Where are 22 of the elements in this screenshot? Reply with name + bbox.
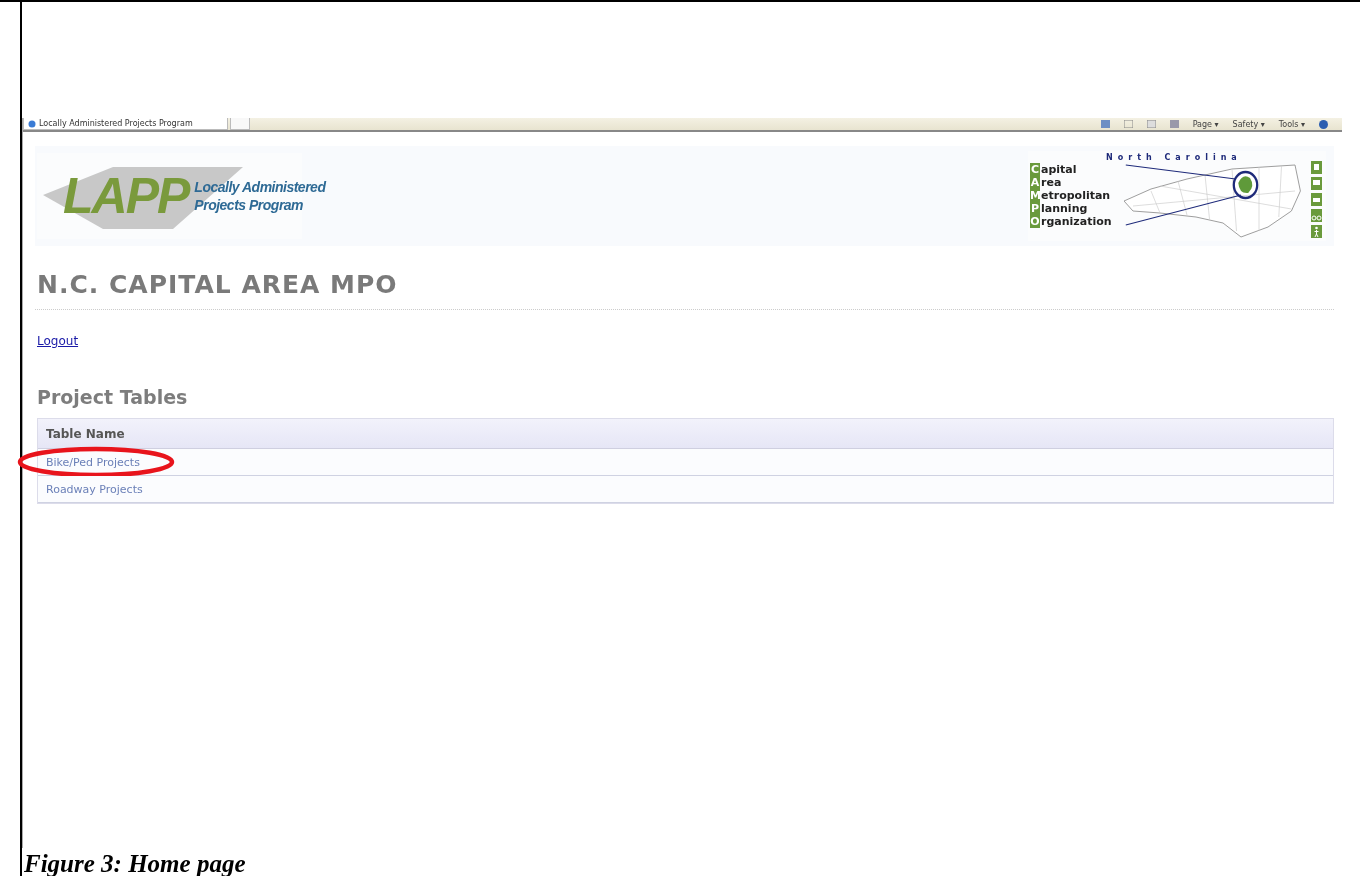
help-icon[interactable] [1319,119,1328,129]
toolbar-menu[interactable]: Safety ▾ [1232,119,1265,129]
browser-tab[interactable]: Locally Administered Projects Program [23,118,228,130]
browser-icon [28,119,36,128]
logo-mark: LAPP [63,167,189,225]
bicycle-icon [1311,209,1322,222]
section-title: Project Tables [37,386,189,408]
column-header: Table Name [38,419,1333,449]
region-label: North Carolina [1106,153,1242,162]
logo-text: Locally Administered [194,178,326,196]
logo-word: Planning [1030,202,1089,215]
logo-word: Area [1030,176,1063,189]
logo-word: Capital [1030,163,1078,176]
logo-text: Projects Program [194,196,305,214]
toolbar-menu[interactable]: Page ▾ [1192,119,1219,129]
pedestrian-icon [1311,225,1322,238]
logout-link[interactable]: Logout [37,334,79,348]
logo-word: Organization [1030,215,1112,228]
toolbar-menu[interactable]: Tools ▾ [1278,119,1305,129]
page-title: N.C. CAPITAL AREA MPO [37,270,399,299]
new-tab-button[interactable] [230,118,250,130]
table-link[interactable]: Roadway Projects [46,482,143,496]
